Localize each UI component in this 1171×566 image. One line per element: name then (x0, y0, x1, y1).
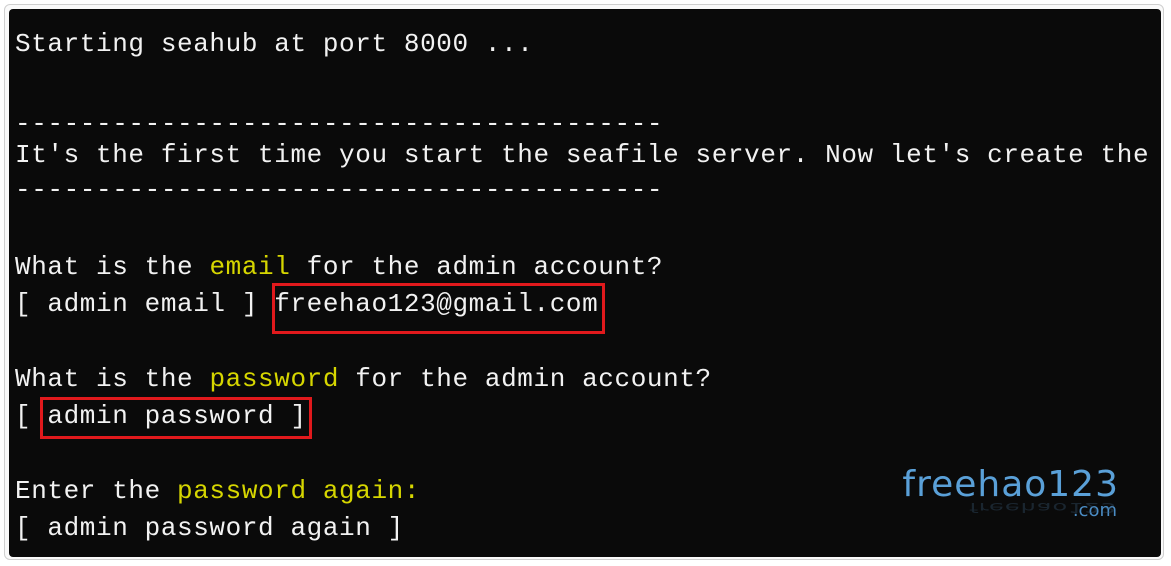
password-question-post: for the admin account? (339, 364, 712, 394)
password-question-highlight: password (209, 364, 340, 394)
password-again-prompt[interactable]: [ admin password again ] (15, 513, 404, 543)
email-question-highlight: email (209, 252, 291, 282)
password-question-pre: What is the (15, 364, 210, 394)
freehao123-watermark: freehao123 (902, 464, 1119, 505)
terminal-line-first-time: It's the first time you start the seafil… (15, 140, 1150, 170)
watermark-reflection: freehao123 (969, 499, 1117, 515)
terminal-divider-top: ---------------------------------------- (15, 109, 664, 139)
password-again-highlight: password again: (177, 476, 421, 506)
password-annotation-box (40, 397, 312, 439)
terminal-line-start: Starting seahub at port 8000 ... (15, 29, 534, 59)
email-annotation-box (272, 283, 605, 334)
email-question: What is the email for the admin account? (15, 252, 663, 282)
password-again-question: Enter the password again: (15, 476, 420, 506)
terminal-window[interactable]: Starting seahub at port 8000 ... -------… (9, 9, 1161, 557)
password-question: What is the password for the admin accou… (15, 364, 712, 394)
password-again-pre: Enter the (15, 476, 178, 506)
terminal-divider-bottom: ---------------------------------------- (15, 175, 664, 205)
email-question-pre: What is the (15, 252, 210, 282)
email-prompt: [ admin email ] (15, 289, 275, 319)
email-question-post: for the admin account? (290, 252, 664, 282)
